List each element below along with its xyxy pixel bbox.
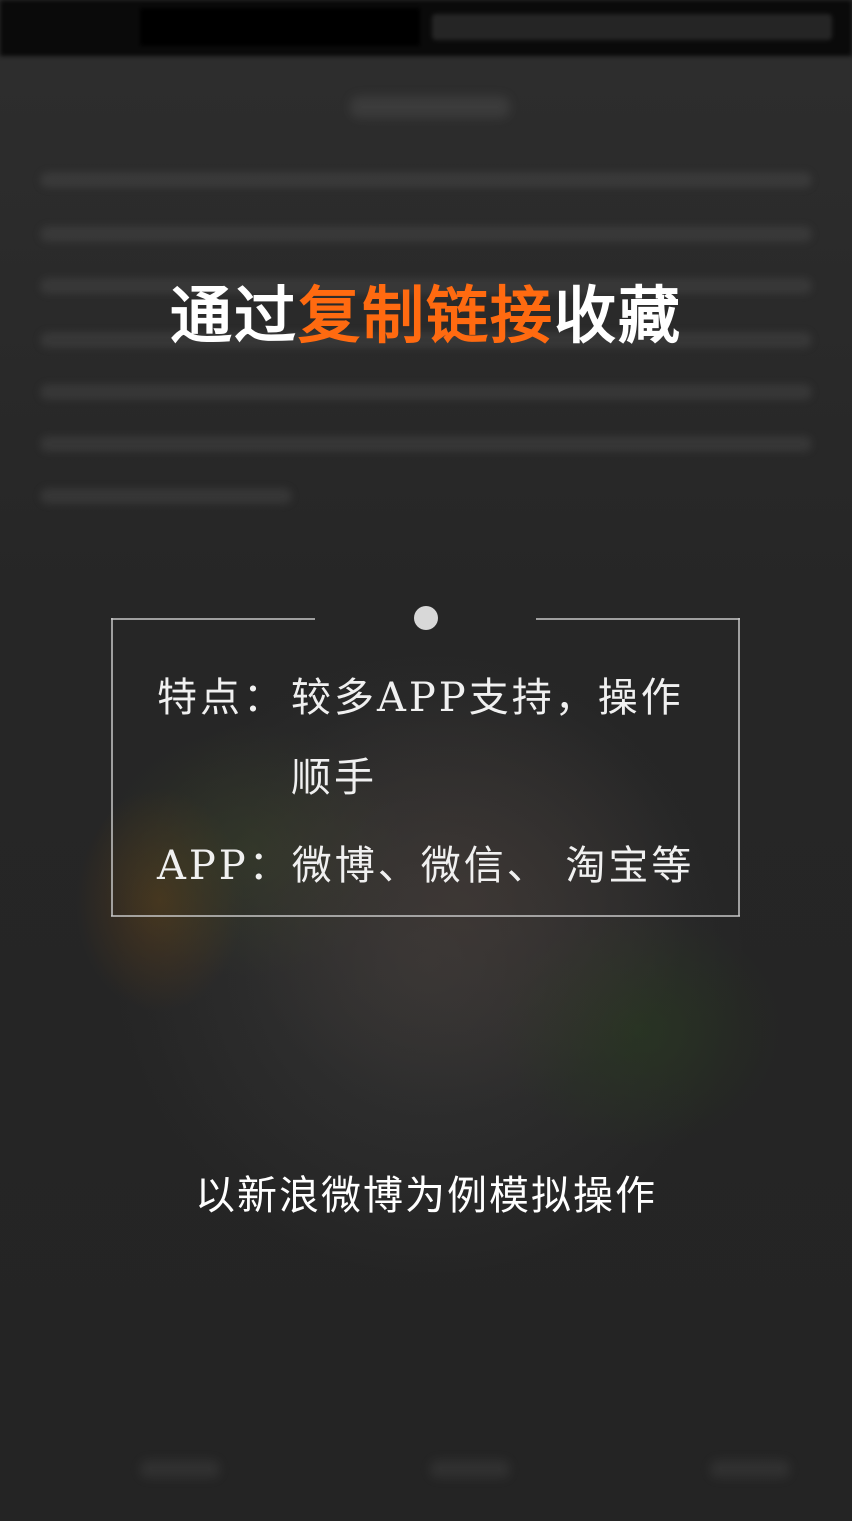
features-text: 较多APP支持，操作 — [291, 675, 684, 721]
apps-row: APP：微博、微信、 淘宝等 — [157, 842, 694, 890]
blurred-text-line — [40, 172, 812, 188]
guide-screen: 通过复制链接收藏 特点： 较多APP支持，操作 顺手 APP：微博、微信、 淘宝等… — [0, 0, 852, 1521]
blurred-tab — [140, 1460, 220, 1478]
status-bar-icons — [432, 14, 832, 40]
title-prefix: 通过 — [169, 279, 298, 352]
features-row-continued: 顺手 — [291, 754, 377, 802]
apps-text: 微博、微信、 淘宝等 — [291, 843, 695, 889]
card-dot-icon — [414, 606, 438, 630]
blurred-tab — [710, 1460, 790, 1478]
blurred-text-line — [40, 488, 292, 504]
title-accent: 复制链接 — [297, 279, 554, 352]
blurred-text-line — [40, 436, 812, 452]
card-border — [111, 618, 315, 620]
blurred-nav-title — [350, 96, 510, 118]
guide-title: 通过复制链接收藏 — [0, 276, 852, 356]
card-border — [536, 618, 740, 620]
status-bar-center — [140, 8, 420, 46]
card-border — [738, 618, 740, 916]
guide-caption: 以新浪微博为例模拟操作 — [195, 1173, 657, 1219]
blurred-text-line — [40, 384, 812, 400]
apps-label: APP： — [157, 843, 292, 889]
blurred-text-line — [40, 226, 812, 242]
features-text-continued: 顺手 — [291, 755, 377, 801]
features-label: 特点： — [157, 675, 286, 721]
card-border — [111, 915, 740, 917]
blurred-tab — [430, 1460, 510, 1478]
status-bar — [0, 0, 852, 56]
card-border — [111, 618, 113, 916]
features-row: 特点： 较多APP支持，操作 — [157, 674, 684, 722]
feature-card: 特点： 较多APP支持，操作 顺手 APP：微博、微信、 淘宝等 — [111, 606, 740, 917]
title-suffix: 收藏 — [554, 279, 683, 352]
